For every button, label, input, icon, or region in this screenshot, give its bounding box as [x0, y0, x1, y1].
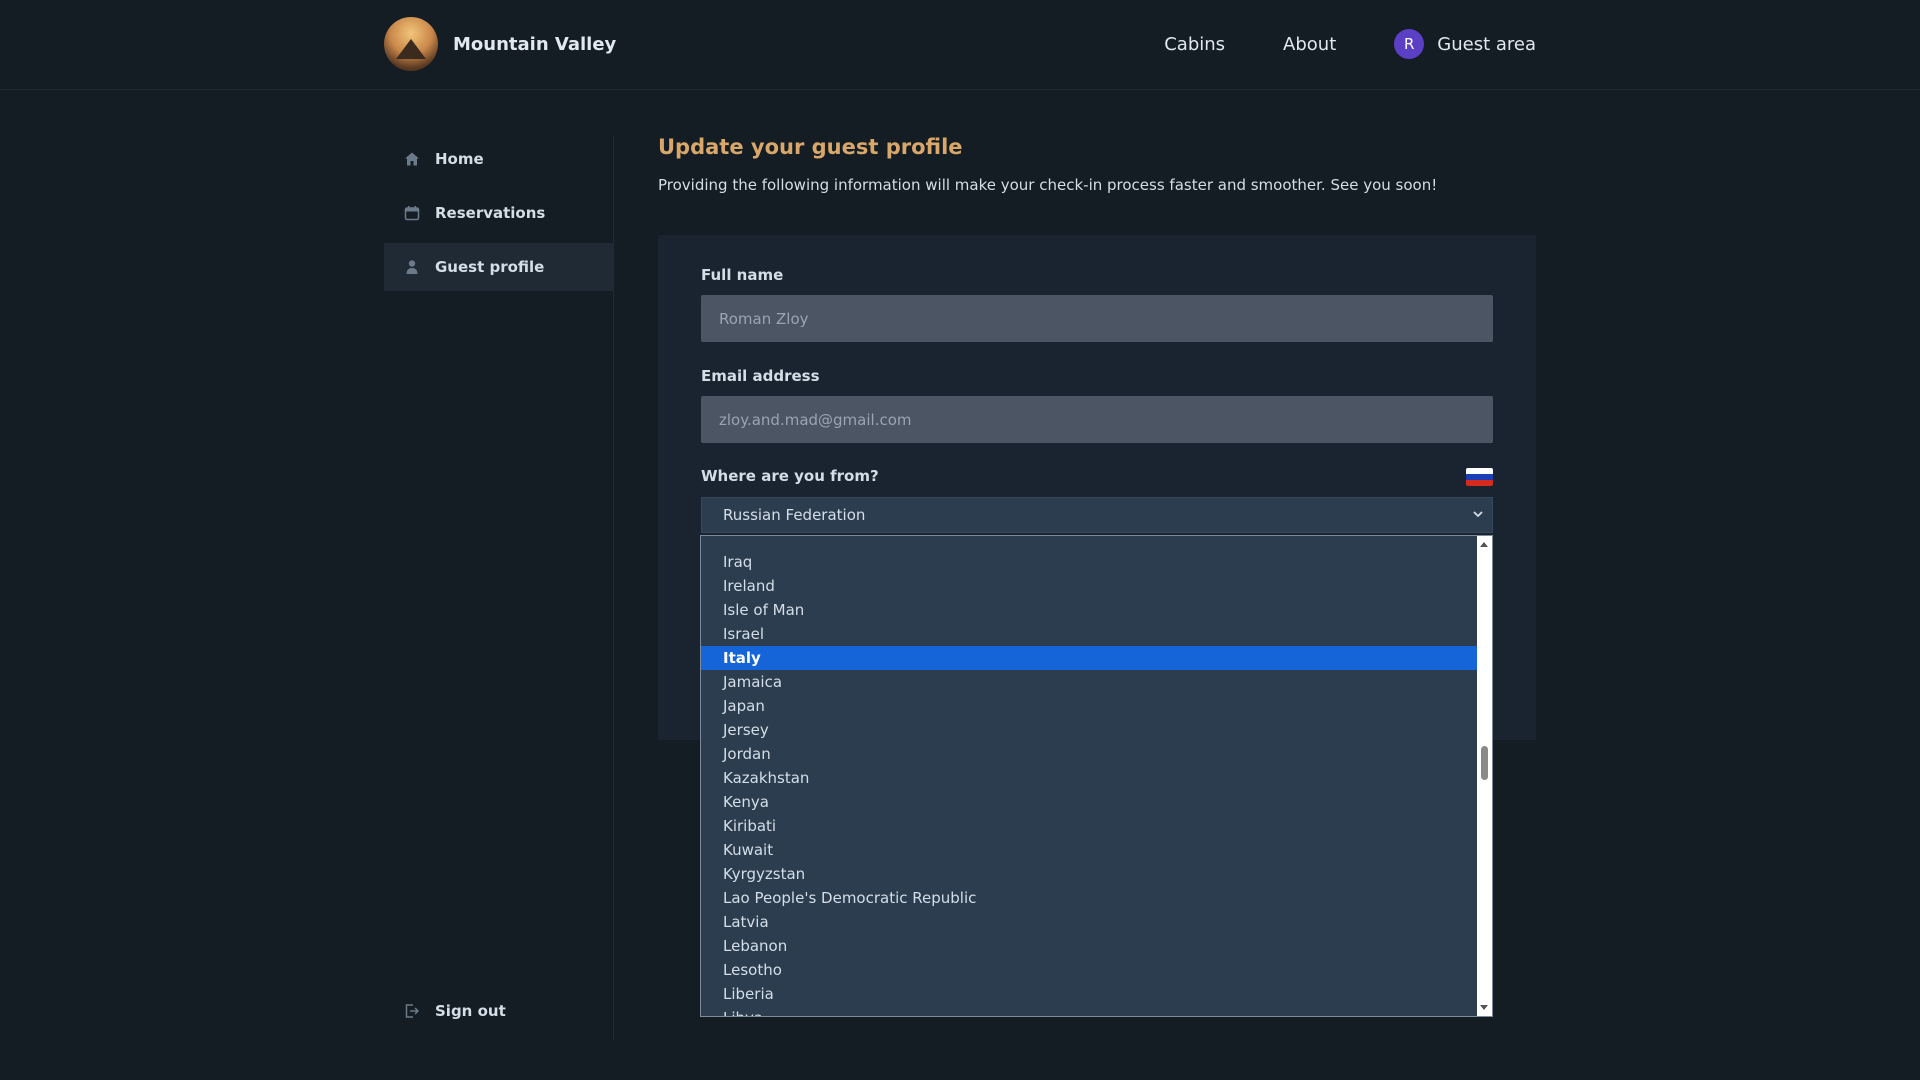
sidebar-item-home[interactable]: Home: [384, 135, 613, 183]
scrollbar-thumb[interactable]: [1481, 746, 1488, 780]
country-option[interactable]: Kyrgyzstan: [701, 862, 1478, 886]
home-icon: [404, 151, 420, 167]
main-content: Update your guest profile Providing the …: [658, 135, 1536, 740]
country-option[interactable]: Liberia: [701, 982, 1478, 1006]
calendar-icon: [404, 205, 420, 221]
sidebar-item-label: Reservations: [435, 204, 546, 222]
sidebar-item-label: Home: [435, 150, 484, 168]
email-label: Email address: [701, 367, 820, 385]
page-title: Update your guest profile: [658, 135, 963, 159]
country-select-value: Russian Federation: [723, 506, 866, 524]
country-option[interactable]: Latvia: [701, 910, 1478, 934]
country-option[interactable]: Lebanon: [701, 934, 1478, 958]
country-option[interactable]: Ireland: [701, 574, 1478, 598]
sidebar: Home Reservations Guest profile Sign out: [384, 135, 614, 1040]
country-option[interactable]: Jordan: [701, 742, 1478, 766]
nav-guest-area[interactable]: R Guest area: [1394, 29, 1536, 59]
full-name-label: Full name: [701, 266, 784, 284]
sidebar-item-guest-profile[interactable]: Guest profile: [384, 243, 613, 291]
brand-link[interactable]: Mountain Valley: [384, 17, 616, 71]
sidebar-item-label: Guest profile: [435, 258, 545, 276]
sign-out-label: Sign out: [435, 1002, 506, 1020]
russia-flag-icon: [1466, 468, 1493, 486]
nav-cabins[interactable]: Cabins: [1164, 34, 1225, 55]
country-option[interactable]: Jersey: [701, 718, 1478, 742]
sign-out-icon: [404, 1003, 420, 1019]
user-icon: [404, 259, 420, 275]
country-option[interactable]: Japan: [701, 694, 1478, 718]
sign-out-button[interactable]: Sign out: [384, 987, 506, 1035]
main-nav: Cabins About R Guest area: [1164, 22, 1536, 66]
country-select[interactable]: Russian Federation: [701, 497, 1493, 533]
country-option[interactable]: Kuwait: [701, 838, 1478, 862]
country-label: Where are you from?: [701, 467, 879, 485]
country-option[interactable]: Jamaica: [701, 670, 1478, 694]
country-option[interactable]: Kazakhstan: [701, 766, 1478, 790]
avatar: R: [1394, 29, 1425, 59]
country-option[interactable]: Isle of Man: [701, 598, 1478, 622]
country-option[interactable]: Iraq: [701, 550, 1478, 574]
scroll-down-arrow-icon[interactable]: [1480, 1005, 1488, 1010]
dropdown-scrollbar[interactable]: [1477, 536, 1492, 1016]
country-option[interactable]: Libya: [701, 1006, 1478, 1016]
country-option[interactable]: Lesotho: [701, 958, 1478, 982]
full-name-field[interactable]: Roman Zloy: [701, 295, 1493, 342]
scroll-up-arrow-icon[interactable]: [1480, 542, 1488, 547]
list-item-partial[interactable]: [701, 536, 1478, 550]
brand-name: Mountain Valley: [453, 33, 617, 55]
logo: [384, 17, 438, 71]
top-header: Mountain Valley Cabins About R Guest are…: [0, 0, 1920, 90]
country-option[interactable]: Israel: [701, 622, 1478, 646]
country-dropdown-list[interactable]: Iraq Ireland Isle of Man Israel Italy Ja…: [700, 535, 1493, 1017]
nav-about[interactable]: About: [1283, 34, 1336, 55]
country-option-highlighted[interactable]: Italy: [701, 646, 1478, 670]
guest-area-label: Guest area: [1437, 33, 1536, 55]
country-option[interactable]: Kenya: [701, 790, 1478, 814]
chevron-down-icon: [1473, 511, 1483, 518]
sidebar-item-reservations[interactable]: Reservations: [384, 189, 613, 237]
country-option[interactable]: Kiribati: [701, 814, 1478, 838]
page-description: Providing the following information will…: [658, 176, 1438, 194]
email-field[interactable]: zloy.and.mad@gmail.com: [701, 396, 1493, 443]
country-option[interactable]: Lao People's Democratic Republic: [701, 886, 1478, 910]
